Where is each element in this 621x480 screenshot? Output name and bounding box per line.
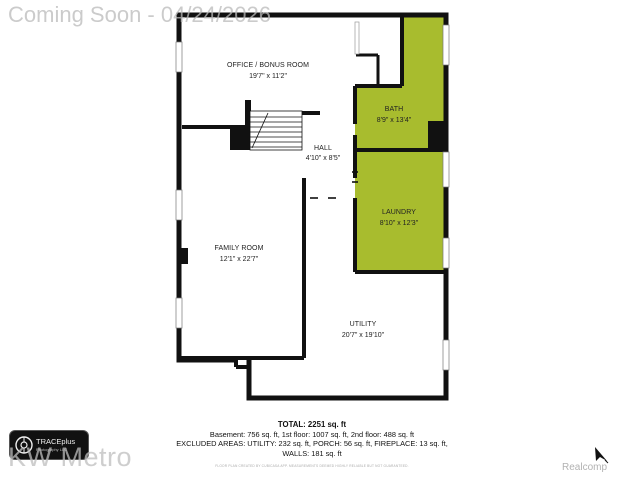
family-room-dims: 12'1" x 22'7" <box>220 256 259 263</box>
north-arrow-icon <box>595 447 609 464</box>
bath-room-name: BATH <box>385 106 404 113</box>
office-room-name: OFFICE / BONUS ROOM <box>227 62 309 69</box>
floor-plan-disclaimer: FLOOR PLAN CREATED BY CUBICASA APP. MEAS… <box>215 464 409 468</box>
floor-areas: Basement: 756 sq. ft, 1st floor: 1007 sq… <box>209 429 415 439</box>
floor-plan: OFFICE / BONUS ROOM 19'7" x 11'2" BATH 8… <box>175 12 450 401</box>
family-room-name: FAMILY ROOM <box>214 245 263 252</box>
stair-block <box>230 127 246 150</box>
laundry-room-name: LAUNDRY <box>382 209 416 216</box>
utility-room-dims: 20'7" x 19'10" <box>342 332 385 339</box>
hall-room-dims: 4'10" x 8'5" <box>306 155 341 162</box>
total-area: TOTAL: 2251 sq. ft <box>277 420 347 429</box>
office-room-dims: 19'7" x 11'2" <box>249 73 287 80</box>
staircase <box>249 110 303 151</box>
bath-room-dims: 8'9" x 13'4" <box>377 117 412 124</box>
door-ticks <box>310 171 358 199</box>
excluded-areas: EXCLUDED AREAS: UTILITY: 232 sq. ft, POR… <box>176 439 448 449</box>
utility-room-name: UTILITY <box>350 321 377 328</box>
kw-metro-watermark: KW Metro <box>8 442 133 472</box>
laundry-room-dims: 8'10" x 12'3" <box>380 220 419 227</box>
area-totals: TOTAL: 2251 sq. ft Basement: 756 sq. ft,… <box>150 420 474 458</box>
walls-area: WALLS: 181 sq. ft <box>282 448 342 458</box>
family-fireplace <box>181 248 188 264</box>
hall-room-name: HALL <box>314 145 332 152</box>
coming-soon-watermark: Coming Soon - 04/24/2026 <box>8 2 271 27</box>
bath-fixture <box>428 121 444 150</box>
